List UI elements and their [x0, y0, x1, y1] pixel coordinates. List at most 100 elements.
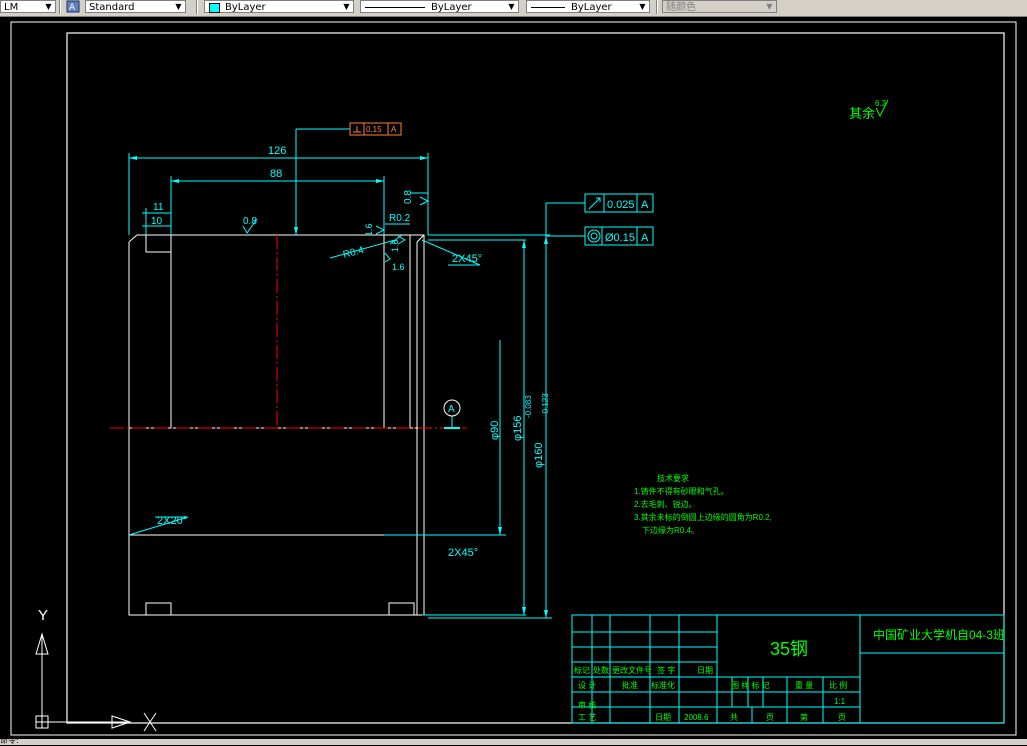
dim-126: 126: [268, 145, 286, 157]
perp-datum: A: [391, 125, 397, 134]
chamfer-left-label: 2X20°: [157, 515, 187, 527]
tr-design: 设 计: [578, 680, 596, 690]
chevron-down-icon: ▼: [45, 2, 52, 11]
notes-line4: 下边缘为R0.4。: [642, 525, 699, 535]
chevron-down-icon: ▼: [639, 2, 646, 11]
title-block-text: 35钢 中国矿业大学机自04-3班 标记 处数 更改文件号 签 字 日期 设 计…: [574, 627, 1005, 722]
conc-datum: A: [641, 232, 649, 244]
lineweight-value: ByLayer: [571, 2, 612, 13]
technical-notes: 技术要求 1.铸件不得有砂眼和气孔。 2.去毛刺、锐边。 3.其余未标的倒圆上边…: [634, 473, 772, 535]
tr-std: 标准化: [651, 680, 675, 690]
centerlines: [110, 235, 467, 429]
chevron-down-icon: ▼: [508, 2, 515, 11]
dia-160: φ160: [533, 443, 545, 469]
lineweight-dropdown[interactable]: ByLayer ▼: [526, 0, 650, 13]
material-label: 35钢: [770, 639, 808, 659]
tr-craft: 工 艺: [578, 713, 596, 722]
dimension-arrows: [129, 156, 548, 618]
fcf-concentricity: Ø0.15 A: [584, 226, 654, 246]
radius-r0-2: R0.2: [389, 213, 411, 224]
concentricity-icon: [587, 229, 601, 243]
th-sign: 签 字: [657, 665, 675, 675]
text-style-value: Standard: [89, 2, 135, 13]
dia-90: φ90: [489, 421, 501, 440]
svg-text:A: A: [69, 3, 76, 13]
tolerance-upper: -0.083: [524, 395, 533, 418]
command-prompt: 命令:: [0, 736, 19, 745]
conc-value: Ø0.15: [605, 232, 635, 244]
notes-line2: 2.去毛刺、锐边。: [634, 499, 697, 509]
chamfer-top-label: 2X45°: [452, 253, 482, 265]
th-date: 日期: [697, 666, 713, 675]
dim-88: 88: [270, 168, 282, 180]
scale-value: 1:1: [834, 697, 846, 706]
th-mark: 标记: [574, 665, 590, 675]
th-change-doc: 更改文件号: [612, 665, 652, 675]
school-label: 中国矿业大学机自04-3班: [873, 627, 1005, 642]
rest-rough-label: 其余: [849, 106, 875, 121]
ucs-icon: [35, 632, 157, 732]
notes-line3: 3.其余未标的倒圆上边缘的圆角为R0.2,: [634, 512, 772, 522]
line-sample-icon: [531, 7, 565, 8]
properties-toolbar: LM ▼ A Standard ▼ ByLayer ▼ ByLayer ▼ By…: [0, 0, 1027, 17]
ucs-y-label: Y: [38, 607, 48, 624]
roughness-1-6-c: 1.6: [392, 262, 405, 272]
linetype-dropdown[interactable]: ByLayer ▼: [360, 0, 519, 13]
roughness-0-8-side: 0.8: [403, 190, 414, 204]
layer-value: LM: [4, 2, 19, 13]
rest-roughness: 其余 6.3: [849, 99, 889, 121]
chevron-down-icon: ▼: [343, 2, 350, 11]
perp-value: 0.15: [366, 125, 382, 134]
th-stage: 图 样 标 记: [731, 680, 770, 690]
runout-value: 0.025: [607, 199, 635, 211]
dim-10: 10: [151, 216, 163, 227]
roughness-1-6-b: 1.6: [390, 239, 400, 252]
th-scale: 比 例: [829, 680, 847, 690]
tr-date-value: 2008.6: [684, 713, 709, 722]
dimensions: [128, 128, 585, 619]
color-swatch-icon: [209, 3, 220, 13]
toolbar-separator: [656, 0, 658, 14]
command-line[interactable]: 命令:: [0, 736, 1027, 745]
roughness-1-6-a: 1.6: [364, 223, 374, 236]
line-sample-icon: [365, 7, 425, 8]
linetype-value: ByLayer: [431, 2, 472, 13]
tr-approve: 批准: [622, 680, 638, 690]
fcf-perpendicularity: 0.15 A: [349, 122, 402, 136]
runout-datum: A: [641, 199, 649, 211]
runout-icon: [588, 197, 601, 210]
toolbar-separator: [196, 0, 198, 14]
tr-check: 审 核: [578, 700, 596, 710]
layer-dropdown[interactable]: LM ▼: [0, 0, 56, 13]
plot-style-dropdown[interactable]: 随颜色 ▼: [662, 0, 777, 13]
text-style-icon[interactable]: A: [66, 0, 80, 13]
sheet-total: 共: [730, 713, 738, 722]
sheet-unit1: 页: [766, 713, 774, 722]
plot-style-value: 随颜色: [666, 2, 696, 13]
datum-letter: A: [448, 404, 455, 415]
toolbar-separator: [59, 0, 61, 14]
roughness-symbols: [242, 196, 430, 263]
th-weight: 重 量: [795, 680, 813, 690]
dia-156: φ156: [512, 416, 524, 442]
tolerance-lower: -0.123: [541, 393, 550, 416]
drawing-canvas[interactable]: 126 88 11 10 0.8 R0.2 R0.4 1.6 2X45° 2X4…: [0, 16, 1027, 739]
sheet-unit2: 页: [838, 713, 846, 722]
perpendicularity-icon: [353, 126, 361, 133]
notes-line1: 1.铸件不得有砂眼和气孔。: [634, 486, 729, 496]
color-dropdown[interactable]: ByLayer ▼: [204, 0, 354, 13]
chevron-down-icon: ▼: [175, 2, 182, 11]
radius-r0-4: R0.4: [342, 245, 366, 261]
notes-title: 技术要求: [657, 473, 689, 483]
text-style-dropdown[interactable]: Standard ▼: [85, 0, 186, 13]
fcf-runout: 0.025 A: [584, 193, 654, 213]
sheet-no: 第: [800, 712, 808, 722]
color-value: ByLayer: [225, 2, 266, 13]
model-space-border: [10, 21, 1017, 736]
chevron-down-icon: ▼: [766, 2, 773, 11]
drawing-frame: [66, 32, 1005, 724]
th-count: 处数: [593, 665, 609, 675]
dim-11: 11: [153, 202, 164, 213]
chamfer-bottom-label: 2X45°: [448, 547, 478, 559]
tr-date-label: 日期: [655, 713, 671, 722]
